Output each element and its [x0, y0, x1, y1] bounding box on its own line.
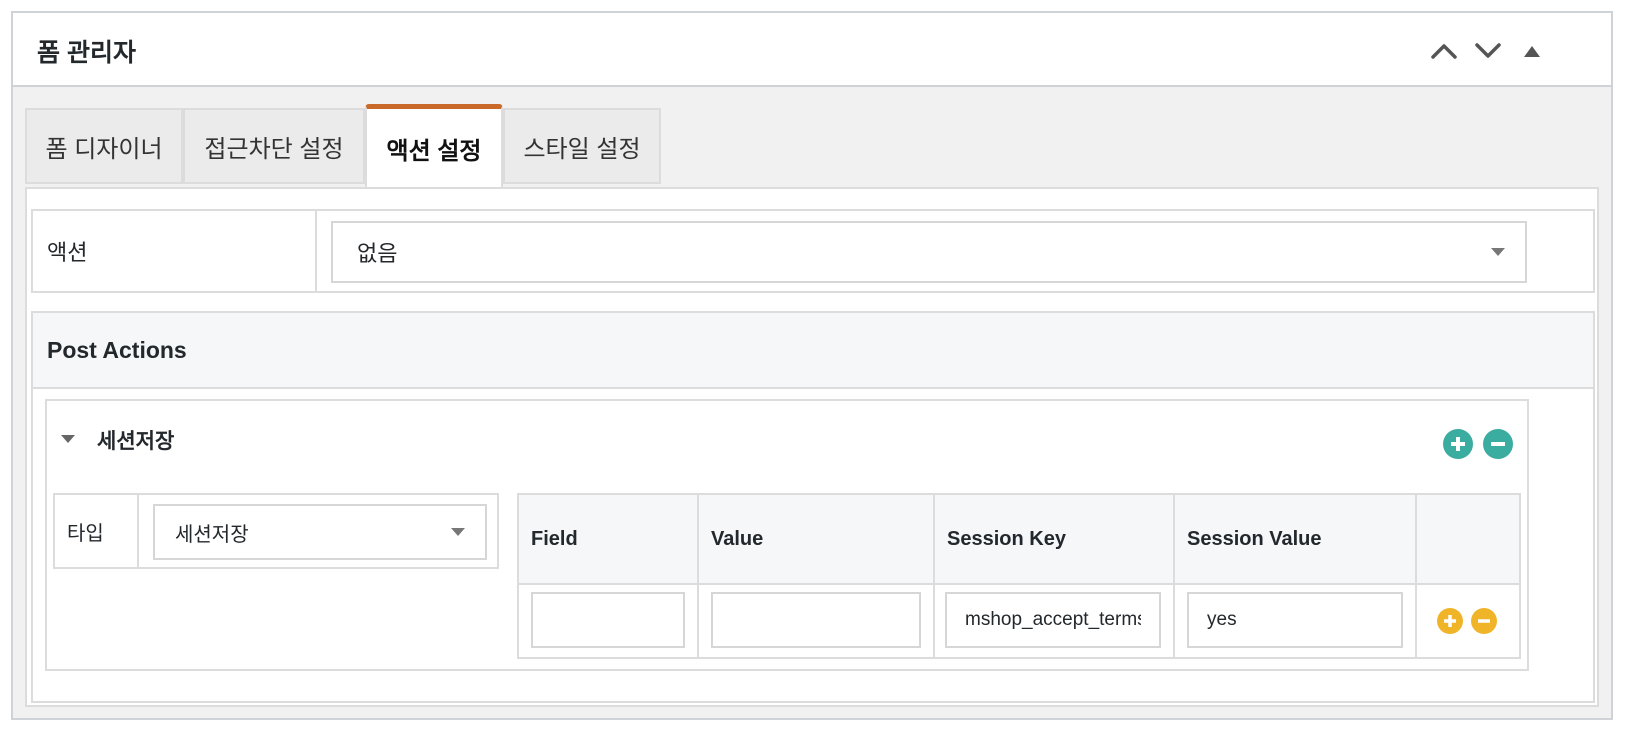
- minus-icon: [1491, 442, 1505, 446]
- triangle-up-icon[interactable]: [1519, 37, 1545, 65]
- type-row: 타입 세션저장: [53, 493, 499, 569]
- chevron-down-icon[interactable]: [1471, 37, 1505, 65]
- column-header-session-key: Session Key: [935, 495, 1175, 583]
- tab-label: 접근차단 설정: [204, 135, 344, 163]
- cell-row-actions: [1417, 583, 1519, 657]
- tab-action-settings[interactable]: 액션 설정: [365, 104, 503, 188]
- plus-icon: [1444, 615, 1456, 627]
- action-row: 액션 없음: [31, 209, 1595, 293]
- form-manager-panel: 폼 관리자 폼 디자이너 접근차단 설정 액션 설정 스타일 설정 액션 없음: [11, 11, 1613, 720]
- type-label: 타입: [55, 495, 139, 567]
- table-header-row: Field Value Session Key Session Value: [519, 495, 1519, 585]
- column-header-field: Field: [519, 495, 699, 583]
- collapse-toggle-icon[interactable]: [61, 435, 75, 443]
- type-select[interactable]: 세션저장: [153, 504, 487, 560]
- field-input[interactable]: [531, 592, 685, 648]
- table-row: [519, 583, 1519, 657]
- action-select-value: 없음: [357, 241, 398, 266]
- chevron-up-icon[interactable]: [1427, 37, 1461, 65]
- session-key-input[interactable]: [945, 592, 1161, 648]
- caret-down-icon: [1491, 248, 1505, 256]
- action-select[interactable]: 없음: [331, 221, 1527, 283]
- post-action-item: 세션저장 타입 세션저장 Field Value Session Key Ses…: [45, 399, 1529, 671]
- session-value-input[interactable]: [1187, 592, 1403, 648]
- panel-title: 폼 관리자: [37, 39, 136, 67]
- cell-value: [699, 583, 935, 657]
- minus-icon: [1478, 619, 1490, 623]
- column-header-value: Value: [699, 495, 935, 583]
- action-label: 액션: [33, 211, 317, 291]
- tab-form-designer[interactable]: 폼 디자이너: [25, 108, 183, 184]
- caret-down-icon: [451, 528, 465, 536]
- tab-label: 액션 설정: [386, 138, 482, 165]
- post-action-item-title: 세션저장: [97, 430, 175, 453]
- tab-style-settings[interactable]: 스타일 설정: [503, 108, 661, 184]
- post-actions-section: Post Actions 세션저장 타입 세션저장 Field Value Se…: [31, 311, 1595, 703]
- tab-content: 액션 없음 Post Actions 세션저장 타입 세션저장 Field Va…: [25, 187, 1599, 707]
- cell-session-key: [935, 583, 1175, 657]
- column-header-session-value: Session Value: [1175, 495, 1417, 583]
- value-input[interactable]: [711, 592, 921, 648]
- type-select-value: 세션저장: [175, 523, 249, 546]
- tab-access-block[interactable]: 접근차단 설정: [183, 108, 365, 184]
- add-row-button[interactable]: [1437, 608, 1463, 634]
- plus-icon: [1451, 437, 1465, 451]
- cell-field: [519, 583, 699, 657]
- session-table: Field Value Session Key Session Value: [517, 493, 1521, 659]
- post-actions-title: Post Actions: [33, 313, 1593, 389]
- panel-header: 폼 관리자: [13, 13, 1611, 87]
- cell-session-value: [1175, 583, 1417, 657]
- tab-label: 스타일 설정: [523, 135, 641, 163]
- tab-label: 폼 디자이너: [45, 135, 163, 163]
- remove-row-button[interactable]: [1471, 608, 1497, 634]
- remove-action-button[interactable]: [1483, 429, 1513, 459]
- add-action-button[interactable]: [1443, 429, 1473, 459]
- column-header-actions: [1417, 495, 1519, 583]
